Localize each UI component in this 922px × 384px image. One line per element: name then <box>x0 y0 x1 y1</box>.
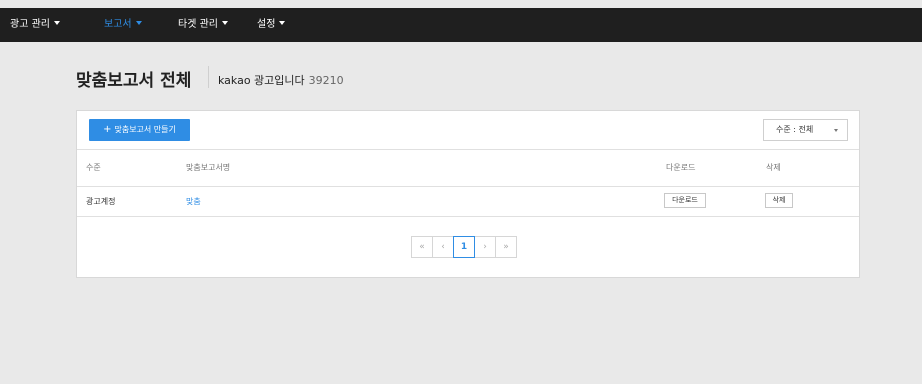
prev-page-button[interactable]: ‹ <box>432 236 454 258</box>
first-page-button[interactable]: « <box>411 236 433 258</box>
column-header-report-name: 맞춤보고서명 <box>186 163 231 172</box>
create-report-label: 맞춤보고서 만들기 <box>114 125 176 134</box>
column-header-level: 수준 <box>86 163 101 172</box>
table-top-divider <box>77 149 859 150</box>
page-1-button[interactable]: 1 <box>453 236 475 258</box>
nav-item-reports[interactable]: 보고서 <box>104 8 142 42</box>
nav-item-label: 광고 관리 <box>10 19 50 30</box>
row-divider <box>77 216 859 217</box>
nav-item-ad-management[interactable]: 광고 관리 <box>10 8 60 42</box>
caret-down-icon <box>53 21 60 25</box>
title-divider <box>208 66 209 88</box>
top-nav-bar: 광고 관리 보고서 타겟 관리 설정 <box>0 8 922 42</box>
download-button[interactable]: 다운로드 <box>664 193 706 208</box>
pagination: « ‹ 1 › » <box>411 236 517 258</box>
account-id: 39210 <box>308 74 344 87</box>
column-header-delete: 삭제 <box>766 163 781 172</box>
account-name: kakao 광고입니다 <box>218 74 305 87</box>
next-page-button[interactable]: › <box>474 236 496 258</box>
account-info: kakao 광고입니다 39210 <box>218 72 344 88</box>
caret-down-icon <box>221 21 228 25</box>
row-level-cell: 광고계정 <box>86 197 116 206</box>
nav-item-label: 설정 <box>257 19 276 30</box>
level-filter-value: 수준 : 전체 <box>776 125 814 134</box>
level-filter-select[interactable]: 수준 : 전체 <box>763 119 848 141</box>
nav-item-label: 보고서 <box>104 19 132 30</box>
nav-item-target-management[interactable]: 타겟 관리 <box>178 8 228 42</box>
delete-button[interactable]: 삭제 <box>765 193 793 208</box>
create-report-button[interactable]: + 맞춤보고서 만들기 <box>89 119 190 141</box>
caret-down-icon <box>279 21 286 25</box>
last-page-button[interactable]: » <box>495 236 517 258</box>
nav-item-settings[interactable]: 설정 <box>257 8 286 42</box>
report-name-link[interactable]: 맞춤 <box>186 196 201 207</box>
plus-icon: + <box>103 124 112 135</box>
column-header-download: 다운로드 <box>666 163 696 172</box>
header-divider <box>77 186 859 187</box>
dropdown-arrow-icon <box>834 129 838 132</box>
nav-item-label: 타겟 관리 <box>178 19 218 30</box>
page-title: 맞춤보고서 전체 <box>76 71 192 91</box>
caret-down-icon <box>135 21 142 25</box>
